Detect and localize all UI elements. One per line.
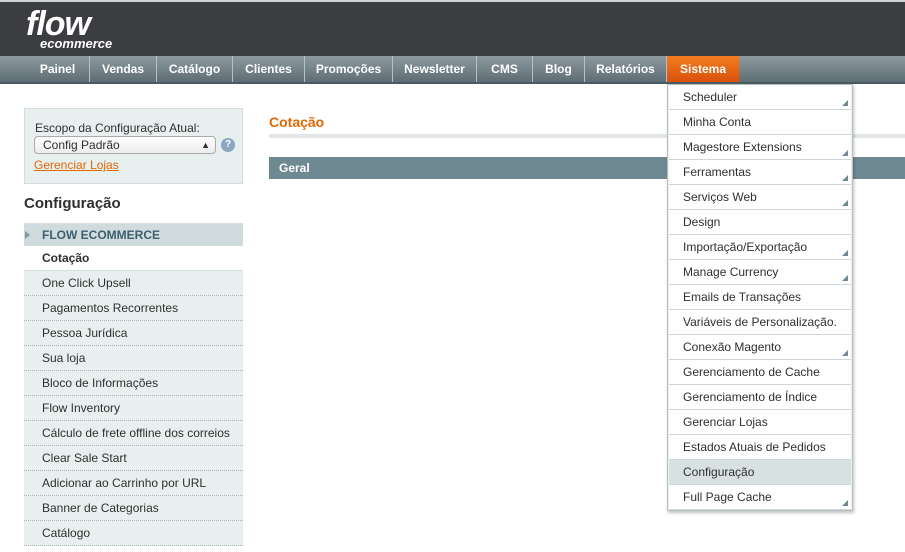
menu-item-magestore-extensions[interactable]: Magestore Extensions [669, 135, 851, 160]
menu-item-minha-conta[interactable]: Minha Conta [669, 110, 851, 135]
menu-item-conexao-magento[interactable]: Conexão Magento [669, 335, 851, 360]
menu-item-label: Full Page Cache [683, 490, 772, 504]
menu-item-scheduler[interactable]: Scheduler [669, 85, 851, 110]
menu-item-label: Ferramentas [683, 165, 752, 179]
menu-item-full-page-cache[interactable]: Full Page Cache [669, 485, 851, 510]
submenu-indicator-icon [842, 175, 848, 181]
nav-clientes[interactable]: Clientes [233, 56, 305, 82]
sidebar-section-label: FLOW ECOMMERCE [42, 228, 160, 242]
triangle-right-icon [25, 231, 30, 239]
menu-item-emails-transacoes[interactable]: Emails de Transações [669, 285, 851, 310]
menu-item-label: Serviços Web [683, 190, 757, 204]
menu-item-configuracao[interactable]: Configuração [669, 460, 851, 485]
menu-item-label: Importação/Exportação [683, 240, 808, 254]
menu-item-label: Design [683, 215, 721, 229]
logo-line2: ecommerce [40, 36, 113, 51]
menu-item-label: Scheduler [683, 90, 738, 104]
submenu-indicator-icon [842, 100, 848, 106]
flow-ecommerce-logo[interactable]: flow ecommerce [26, 7, 113, 51]
menu-item-servicos-web[interactable]: Serviços Web [669, 185, 851, 210]
nav-newsletter[interactable]: Newsletter [393, 56, 477, 82]
menu-item-variaveis-personalizacao[interactable]: Variáveis de Personalização. [669, 310, 851, 335]
page-title: Cotação [269, 114, 325, 130]
nav-catalogo[interactable]: Catálogo [157, 56, 233, 82]
scope-select[interactable]: Config Padrão ▲ [34, 136, 216, 154]
sidebar-items: Cotação One Click Upsell Pagamentos Reco… [24, 246, 243, 546]
nav-blog[interactable]: Blog [533, 56, 585, 82]
scope-label: Escopo da Configuração Atual: [35, 121, 200, 135]
sidebar-item-pagamentos-recorrentes[interactable]: Pagamentos Recorrentes [24, 296, 243, 321]
menu-item-label: Minha Conta [683, 115, 752, 129]
select-arrows-icon: ▲ [201, 140, 210, 150]
scope-switcher: Escopo da Configuração Atual: Config Pad… [24, 108, 243, 184]
submenu-indicator-icon [842, 500, 848, 506]
nav-sistema[interactable]: Sistema [667, 56, 739, 82]
main-nav: Painel Vendas Catálogo Clientes Promoçõe… [0, 56, 905, 84]
sidebar-item-cotacao[interactable]: Cotação [24, 246, 243, 271]
app-header: flow ecommerce [0, 0, 905, 56]
submenu-indicator-icon [842, 250, 848, 256]
sidebar-section-flow-ecommerce[interactable]: FLOW ECOMMERCE [24, 224, 243, 246]
sidebar-item-catalogo[interactable]: Catálogo [24, 521, 243, 546]
sidebar-item-sua-loja[interactable]: Sua loja [24, 346, 243, 371]
submenu-indicator-icon [842, 150, 848, 156]
menu-item-ferramentas[interactable]: Ferramentas [669, 160, 851, 185]
menu-item-label: Gerenciamento de Cache [683, 365, 820, 379]
menu-item-label: Conexão Magento [683, 340, 782, 354]
sidebar-item-clear-sale[interactable]: Clear Sale Start [24, 446, 243, 471]
scope-select-value: Config Padrão [43, 138, 120, 152]
menu-item-gerenciamento-cache[interactable]: Gerenciamento de Cache [669, 360, 851, 385]
menu-item-label: Emails de Transações [683, 290, 802, 304]
menu-item-gerenciamento-indice[interactable]: Gerenciamento de Índice [669, 385, 851, 410]
menu-item-label: Configuração [683, 465, 755, 479]
sidebar-item-flow-inventory[interactable]: Flow Inventory [24, 396, 243, 421]
menu-item-manage-currency[interactable]: Manage Currency [669, 260, 851, 285]
submenu-indicator-icon [842, 275, 848, 281]
sidebar-item-pessoa-juridica[interactable]: Pessoa Jurídica [24, 321, 243, 346]
nav-promocoes[interactable]: Promoções [305, 56, 393, 82]
nav-relatorios[interactable]: Relatórios [585, 56, 667, 82]
sidebar-title: Configuração [24, 184, 243, 224]
nav-cms[interactable]: CMS [477, 56, 533, 82]
nav-vendas[interactable]: Vendas [90, 56, 157, 82]
sidebar-item-one-click-upsell[interactable]: One Click Upsell [24, 271, 243, 296]
menu-item-label: Manage Currency [683, 265, 779, 279]
nav-painel[interactable]: Painel [26, 56, 90, 82]
menu-item-label: Variáveis de Personalização. [683, 315, 837, 329]
submenu-indicator-icon [842, 200, 848, 206]
sidebar-item-calculo-frete[interactable]: Cálculo de frete offline dos correios [24, 421, 243, 446]
menu-item-label: Magestore Extensions [683, 140, 802, 154]
sidebar-item-banner-categorias[interactable]: Banner de Categorias [24, 496, 243, 521]
sistema-dropdown-menu: Scheduler Minha Conta Magestore Extensio… [667, 84, 853, 511]
menu-item-label: Estados Atuais de Pedidos [683, 440, 826, 454]
menu-item-importacao-exportacao[interactable]: Importação/Exportação [669, 235, 851, 260]
sidebar-item-adicionar-carrinho[interactable]: Adicionar ao Carrinho por URL [24, 471, 243, 496]
config-sidebar: Escopo da Configuração Atual: Config Pad… [24, 108, 243, 546]
menu-item-gerenciar-lojas[interactable]: Gerenciar Lojas [669, 410, 851, 435]
menu-item-label: Gerenciamento de Índice [683, 390, 818, 404]
menu-item-design[interactable]: Design [669, 210, 851, 235]
sidebar-item-bloco-informacoes[interactable]: Bloco de Informações [24, 371, 243, 396]
menu-item-estados-pedidos[interactable]: Estados Atuais de Pedidos [669, 435, 851, 460]
submenu-indicator-icon [842, 350, 848, 356]
manage-stores-link[interactable]: Gerenciar Lojas [34, 158, 119, 172]
question-icon[interactable]: ? [221, 138, 235, 152]
menu-item-label: Gerenciar Lojas [683, 415, 768, 429]
